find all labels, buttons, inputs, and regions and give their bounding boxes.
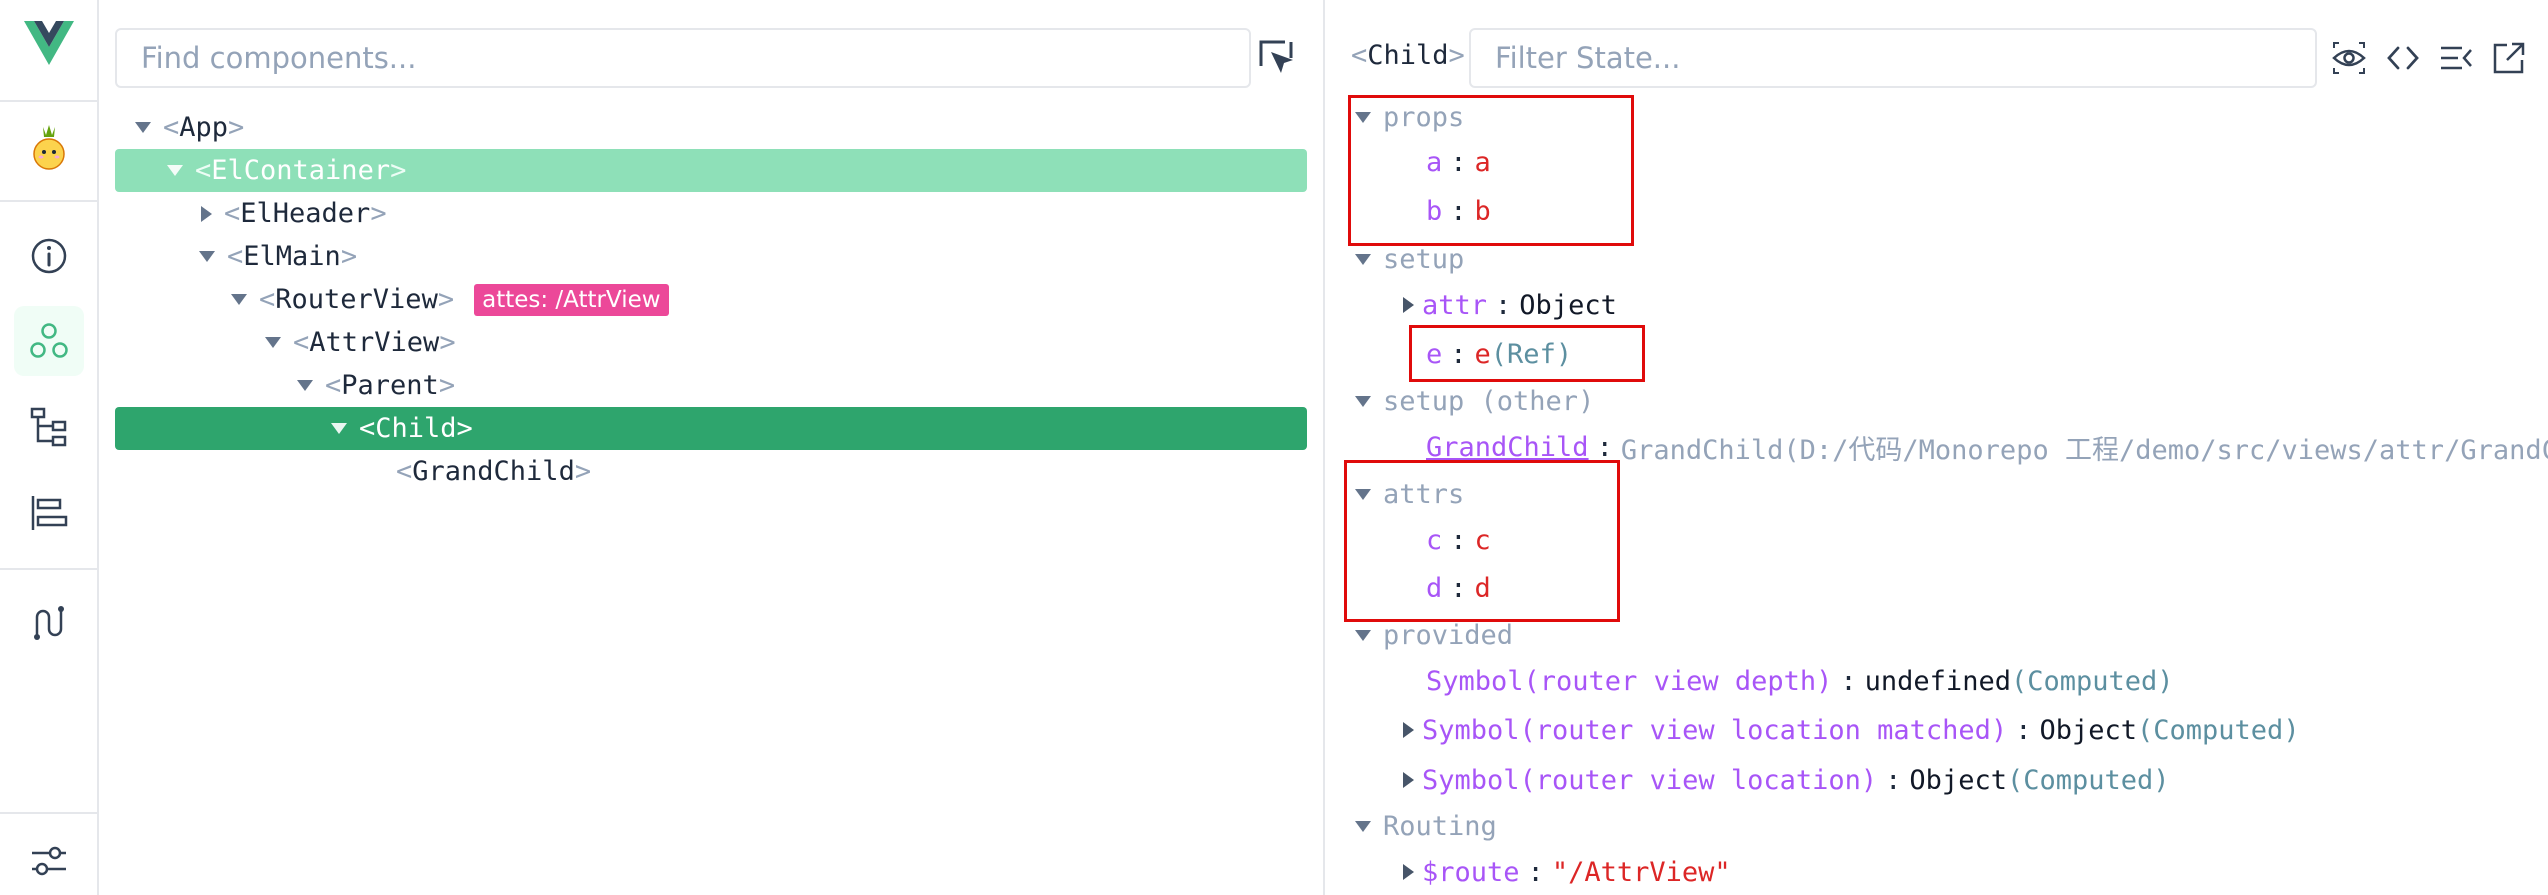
components-icon[interactable] <box>14 306 84 376</box>
tree-row-app[interactable]: < App > <box>115 106 1307 149</box>
code-icon[interactable] <box>2385 40 2421 76</box>
expand-arrow-icon[interactable] <box>231 294 247 305</box>
tree-row-child[interactable]: < Child > <box>115 407 1307 450</box>
highlight-box-props <box>1348 95 1634 246</box>
tree-icon[interactable] <box>14 392 84 462</box>
selected-component-tag: <Child> <box>1351 40 1465 71</box>
route-badge: attes: /AttrView <box>474 283 669 316</box>
timeline-icon[interactable] <box>14 478 84 548</box>
tree-row-routerview[interactable]: < RouterView > attes: /AttrView <box>115 278 1307 321</box>
expand-arrow-icon[interactable] <box>297 380 313 391</box>
expand-arrow-icon[interactable] <box>135 122 151 133</box>
tree-row-elheader[interactable]: < ElHeader > <box>115 192 1307 235</box>
routing-row[interactable]: $route: "/AttrView" <box>1403 852 1731 892</box>
provided-row[interactable]: Symbol(router view location matched): Obj… <box>1403 710 2300 750</box>
expand-arrow-icon[interactable] <box>199 251 215 262</box>
expand-arrow-icon[interactable] <box>167 165 183 176</box>
expand-arrow-icon[interactable] <box>1355 253 1371 265</box>
info-icon[interactable] <box>14 221 84 291</box>
provided-row[interactable]: Symbol(router view location): Object (Comp… <box>1403 760 2170 800</box>
section-setup-other[interactable]: setup (other) <box>1325 381 1594 421</box>
tree-row-attrview[interactable]: < AttrView > <box>115 321 1307 364</box>
expand-arrow-icon[interactable] <box>1355 820 1371 832</box>
highlight-box-attrs <box>1344 460 1620 622</box>
setup-row[interactable]: attr: Object <box>1403 285 1617 325</box>
expand-arrow-icon[interactable] <box>331 423 347 434</box>
highlight-box-setup-e <box>1409 325 1645 382</box>
router-icon[interactable] <box>14 588 84 658</box>
tree-row-elmain[interactable]: < ElMain > <box>115 235 1307 278</box>
sidebar-rail <box>0 0 99 895</box>
tree-row-elcontainer[interactable]: < ElContainer > <box>115 149 1307 192</box>
provided-row[interactable]: Symbol(router view depth): undefined (Comp… <box>1426 661 2174 701</box>
collapse-arrow-icon[interactable] <box>1403 864 1414 880</box>
component-tree-pane: <App> <ElContainer> <ElHeader> <ElMain> … <box>99 0 1325 895</box>
open-external-icon[interactable] <box>2491 40 2527 76</box>
expand-arrow-icon[interactable] <box>1355 395 1371 407</box>
vue-logo-icon[interactable] <box>14 8 84 78</box>
section-routing[interactable]: Routing <box>1325 806 1497 846</box>
collapse-arrow-icon[interactable] <box>1403 297 1414 313</box>
tree-row-parent[interactable]: < Parent > <box>115 364 1307 407</box>
collapse-arrow-icon[interactable] <box>1403 722 1414 738</box>
state-inspector-pane: <Child> props a:a b:b setup attr:Object … <box>1325 0 2548 895</box>
expand-arrow-icon[interactable] <box>265 337 281 348</box>
collapse-arrow-icon[interactable] <box>201 205 212 222</box>
expand-arrow-icon[interactable] <box>1355 629 1371 641</box>
filter-state-input[interactable] <box>1469 28 2317 88</box>
settings-icon[interactable] <box>14 826 84 895</box>
collapse-icon[interactable] <box>2438 40 2474 76</box>
tree-row-grandchild[interactable]: < GrandChild > <box>115 450 1307 493</box>
pick-element-icon[interactable] <box>1257 38 1297 78</box>
pinia-icon[interactable] <box>14 112 84 182</box>
component-search-input[interactable] <box>115 28 1251 88</box>
eye-icon[interactable] <box>2331 40 2367 76</box>
collapse-arrow-icon[interactable] <box>1403 772 1414 788</box>
